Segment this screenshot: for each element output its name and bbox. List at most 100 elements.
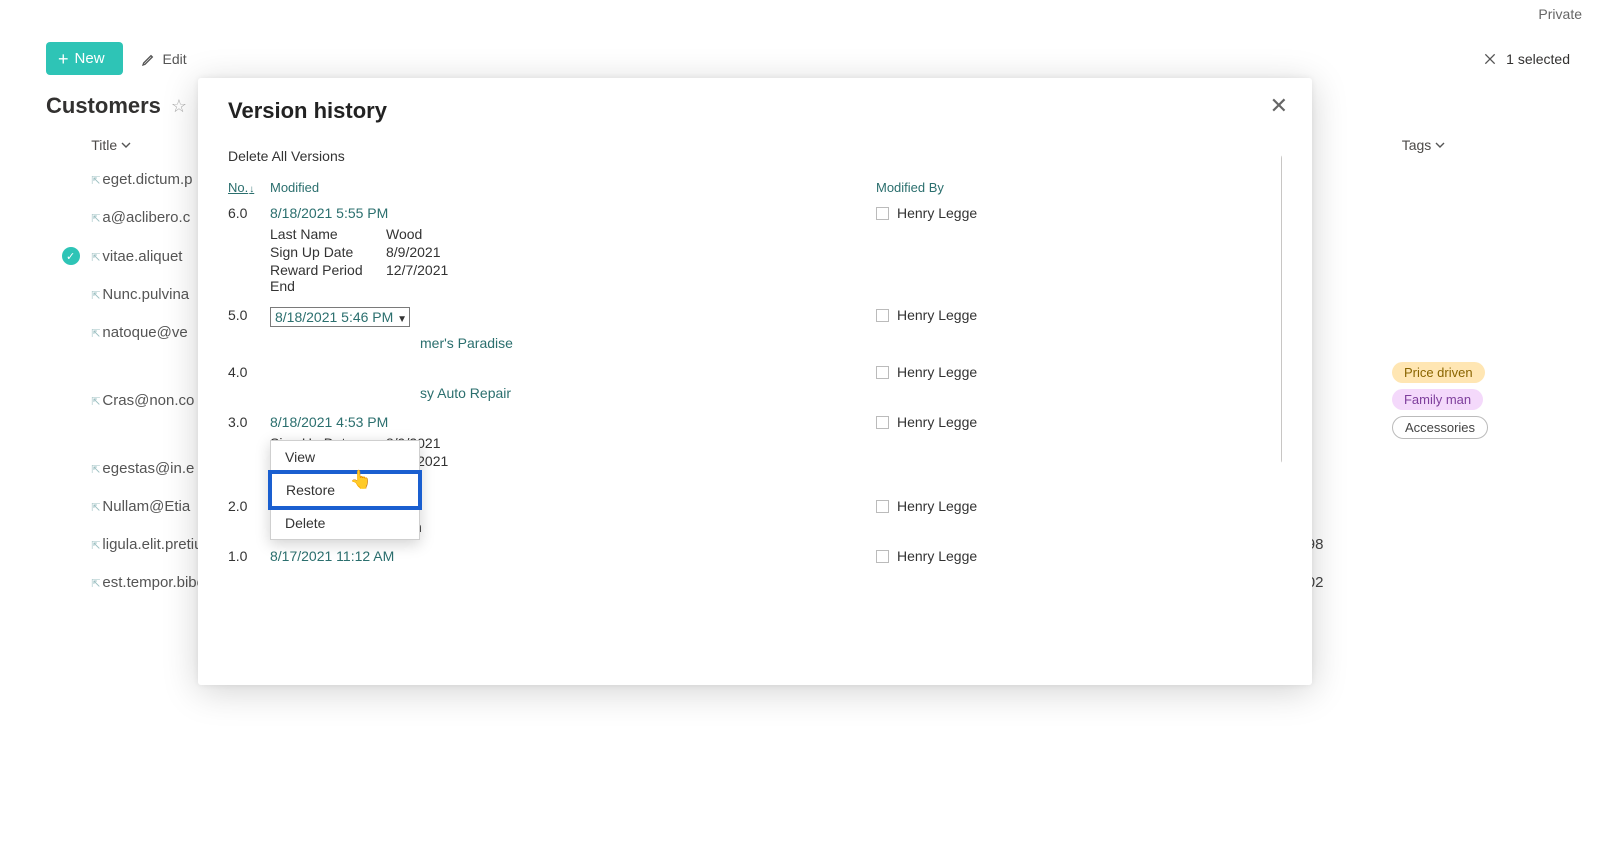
field-name: Last Name <box>270 226 386 242</box>
row-title[interactable]: natoque@ve <box>102 324 187 341</box>
version-field-changes: mer's Paradise <box>270 332 1282 360</box>
close-icon[interactable] <box>1482 51 1498 67</box>
version-no: 4.0 <box>228 364 270 380</box>
version-table-header: No.↓ Modified Modified By <box>228 180 1282 195</box>
privacy-indicator: Private <box>1538 6 1582 34</box>
scrollbar[interactable]: ▲ ▼ <box>1278 148 1282 658</box>
version-no: 6.0 <box>228 205 270 221</box>
field-name: Reward Period End <box>270 262 386 294</box>
version-no: 2.0 <box>228 498 270 514</box>
chevron-down-icon <box>121 140 131 150</box>
field-value: mer's Paradise <box>420 335 513 351</box>
version-modified-by: Henry Legge <box>876 205 977 221</box>
link-icon: ⇱ <box>91 396 100 408</box>
row-title[interactable]: a@aclibero.c <box>102 209 190 226</box>
version-date-link[interactable]: 8/18/2021 4:53 PM <box>270 414 388 430</box>
selected-count: 1 selected <box>1506 51 1570 67</box>
tag-pill[interactable]: Family man <box>1392 389 1483 410</box>
row-title[interactable]: egestas@in.e <box>102 460 194 477</box>
col-title-label: Title <box>91 137 117 153</box>
version-row: 4.0 Henry Legge <box>228 360 1282 382</box>
version-date-link[interactable]: 8/18/2021 5:55 PM <box>270 205 388 221</box>
tag-pill[interactable]: Price driven <box>1392 362 1485 383</box>
menu-item-restore[interactable]: Restore <box>268 470 422 510</box>
field-value: 12/7/2021 <box>386 262 448 294</box>
command-bar: + New Edit 1 selected <box>0 34 1600 83</box>
version-no: 3.0 <box>228 414 270 430</box>
row-title[interactable]: vitae.aliquet <box>102 248 182 265</box>
cell-tags: Price driven Family man Accessories <box>1392 362 1538 439</box>
row-title[interactable]: eget.dictum.p <box>102 171 192 188</box>
pencil-icon <box>141 51 157 67</box>
user-presence-icon <box>876 309 889 322</box>
version-modified-cell: 8/18/2021 5:46 PM▼ <box>270 307 876 330</box>
version-field-changes: sy Auto Repair <box>270 382 1282 410</box>
row-select-indicator[interactable] <box>62 247 91 265</box>
col-tags-label: Tags <box>1402 137 1432 153</box>
col-modified-by[interactable]: Modified By <box>876 180 944 195</box>
field-value: sy Auto Repair <box>420 385 511 401</box>
version-modified-by: Henry Legge <box>876 414 977 430</box>
delete-all-versions-link[interactable]: Delete All Versions <box>228 148 1282 164</box>
version-row: 3.08/18/2021 4:53 PM Henry Legge <box>228 410 1282 432</box>
sort-desc-icon: ↓ <box>249 184 254 195</box>
modified-by-name[interactable]: Henry Legge <box>897 498 977 514</box>
link-icon: ⇱ <box>91 502 100 514</box>
row-title[interactable]: Cras@non.co <box>102 392 194 409</box>
version-date-link[interactable]: 8/17/2021 11:12 AM <box>270 548 394 564</box>
col-tags[interactable]: Tags <box>1402 137 1538 153</box>
user-presence-icon <box>876 550 889 563</box>
scroll-thumb[interactable] <box>1281 154 1282 464</box>
dialog-title: Version history <box>228 98 1282 124</box>
version-modified-by: Henry Legge <box>876 548 977 564</box>
version-modified-cell: 8/18/2021 5:55 PM <box>270 205 876 221</box>
field-change: mer's Paradise <box>420 334 1282 352</box>
version-modified-cell: 8/17/2021 11:12 AM <box>270 548 876 564</box>
link-icon: ⇱ <box>91 252 100 264</box>
modified-by-name[interactable]: Henry Legge <box>897 548 977 564</box>
version-modified-by: Henry Legge <box>876 498 977 514</box>
col-no-label: No. <box>228 180 248 195</box>
new-button[interactable]: + New <box>46 42 123 75</box>
field-change: Last NameWood <box>270 225 1282 243</box>
selection-summary: 1 selected <box>1482 51 1570 67</box>
close-button[interactable]: ✕ <box>1264 92 1294 120</box>
col-no[interactable]: No.↓ <box>228 180 270 195</box>
user-presence-icon <box>876 500 889 513</box>
page-title: Customers <box>46 93 161 119</box>
field-value: 8/9/2021 <box>386 244 441 260</box>
link-icon: ⇱ <box>91 175 100 187</box>
col-modified[interactable]: Modified <box>270 180 876 195</box>
link-icon: ⇱ <box>91 540 100 552</box>
field-change: Sign Up Date8/9/2021 <box>270 434 1282 452</box>
version-row: 6.08/18/2021 5:55 PM Henry Legge <box>228 201 1282 223</box>
version-no: 1.0 <box>228 548 270 564</box>
version-modified-by: Henry Legge <box>876 364 977 380</box>
link-icon: ⇱ <box>91 328 100 340</box>
version-date-dropdown[interactable]: 8/18/2021 5:46 PM▼ <box>270 307 410 327</box>
version-field-changes: Last NameSmith <box>270 516 1282 544</box>
modified-by-name[interactable]: Henry Legge <box>897 364 977 380</box>
caret-down-icon: ▼ <box>397 311 407 327</box>
new-button-label: New <box>75 50 105 67</box>
modified-by-name[interactable]: Henry Legge <box>897 414 977 430</box>
modified-by-name[interactable]: Henry Legge <box>897 307 977 323</box>
row-title[interactable]: Nullam@Etia <box>102 498 190 515</box>
edit-button[interactable]: Edit <box>141 51 187 67</box>
tag-pill[interactable]: Accessories <box>1392 416 1488 439</box>
menu-item-view[interactable]: View <box>271 441 419 473</box>
link-icon: ⇱ <box>91 578 100 590</box>
version-modified-cell: 8/18/2021 4:53 PM <box>270 414 876 430</box>
field-value: Wood <box>386 226 422 242</box>
modified-by-name[interactable]: Henry Legge <box>897 205 977 221</box>
version-field-changes: Last NameWoodSign Up Date8/9/2021Reward … <box>270 223 1282 303</box>
favorite-icon[interactable]: ☆ <box>171 96 187 117</box>
field-name: Sign Up Date <box>270 244 386 260</box>
version-no: 5.0 <box>228 307 270 323</box>
version-row: 5.08/18/2021 5:46 PM▼ Henry Legge <box>228 303 1282 332</box>
version-history-dialog: ✕ Version history Delete All Versions No… <box>198 78 1312 685</box>
menu-item-delete[interactable]: Delete <box>271 507 419 539</box>
row-title[interactable]: Nunc.pulvina <box>102 286 189 303</box>
user-presence-icon <box>876 416 889 429</box>
link-icon: ⇱ <box>91 290 100 302</box>
